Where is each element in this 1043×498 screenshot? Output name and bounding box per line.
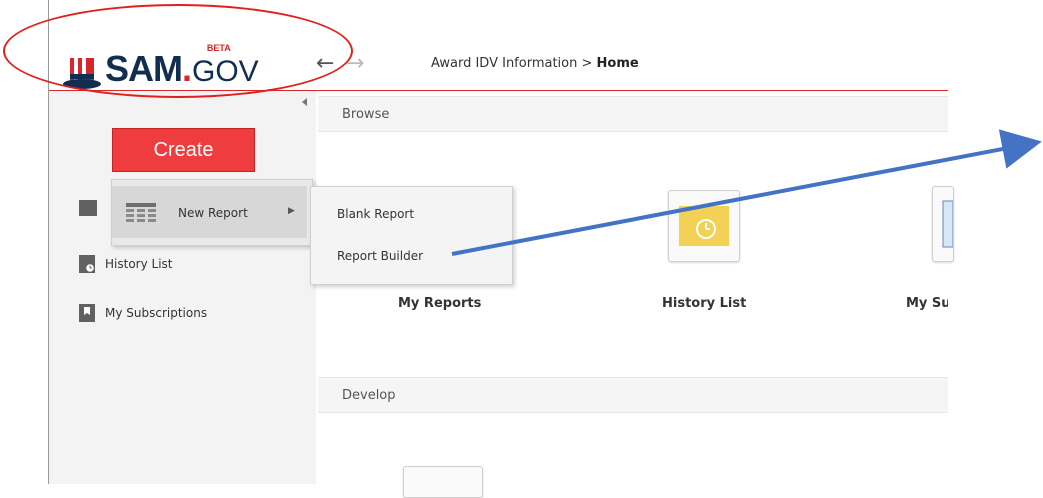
section-label: Develop bbox=[342, 387, 396, 403]
sam-gov-logo[interactable]: SAM.GOV BETA bbox=[62, 43, 259, 90]
create-dropdown-menu: New Report ▶ bbox=[111, 179, 313, 246]
my-reports-label[interactable]: My Reports bbox=[398, 296, 481, 311]
section-browse: Browse bbox=[318, 96, 948, 132]
table-grid-icon bbox=[126, 203, 156, 222]
logo-gov-text: GOV bbox=[192, 55, 259, 88]
sidebar-item-history-list[interactable]: History List bbox=[79, 255, 173, 274]
folder-icon bbox=[79, 200, 97, 216]
subscriptions-tile-icon bbox=[942, 200, 954, 248]
logo-dot-text: . bbox=[182, 48, 193, 89]
uncle-sam-hat-icon bbox=[62, 56, 102, 90]
section-label: Browse bbox=[342, 106, 390, 122]
sidebar-item-label: History List bbox=[105, 257, 173, 271]
sidebar-item-folder[interactable] bbox=[79, 200, 107, 216]
logo-beta-badge: BETA bbox=[206, 43, 231, 53]
section-develop: Develop bbox=[318, 377, 948, 413]
back-arrow-icon[interactable]: ← bbox=[316, 51, 334, 76]
my-subscriptions-tile[interactable] bbox=[932, 186, 954, 262]
create-button[interactable]: Create bbox=[112, 128, 255, 172]
subscriptions-icon bbox=[79, 304, 95, 322]
new-report-submenu: Blank Report Report Builder bbox=[310, 186, 513, 285]
history-list-tile[interactable] bbox=[668, 190, 740, 262]
menu-item-new-report[interactable]: New Report ▶ bbox=[112, 186, 307, 238]
sidebar-item-label: My Subscriptions bbox=[105, 306, 208, 320]
history-tile-icon bbox=[679, 206, 729, 246]
logo-text: SAM.GOV BETA bbox=[105, 43, 259, 90]
menu-item-blank-report[interactable]: Blank Report bbox=[337, 207, 414, 221]
sidebar-item-my-subscriptions[interactable]: My Subscriptions bbox=[79, 304, 207, 322]
submenu-arrow-icon: ▶ bbox=[288, 206, 295, 216]
history-icon bbox=[79, 255, 96, 274]
new-report-label: New Report bbox=[178, 206, 248, 220]
breadcrumb-separator: > bbox=[581, 56, 593, 71]
forward-arrow-icon[interactable]: → bbox=[346, 51, 364, 76]
logo-sam-text: SAM bbox=[105, 48, 183, 89]
develop-tile[interactable] bbox=[403, 466, 483, 498]
breadcrumb: Award IDV Information > Home bbox=[431, 56, 639, 71]
menu-item-report-builder[interactable]: Report Builder bbox=[337, 249, 423, 263]
breadcrumb-current: Home bbox=[596, 56, 639, 71]
breadcrumb-parent[interactable]: Award IDV Information bbox=[431, 56, 577, 71]
my-subscriptions-label[interactable]: My Su bbox=[906, 296, 948, 311]
history-list-label[interactable]: History List bbox=[662, 296, 746, 311]
collapse-sidebar-icon[interactable] bbox=[302, 98, 307, 106]
